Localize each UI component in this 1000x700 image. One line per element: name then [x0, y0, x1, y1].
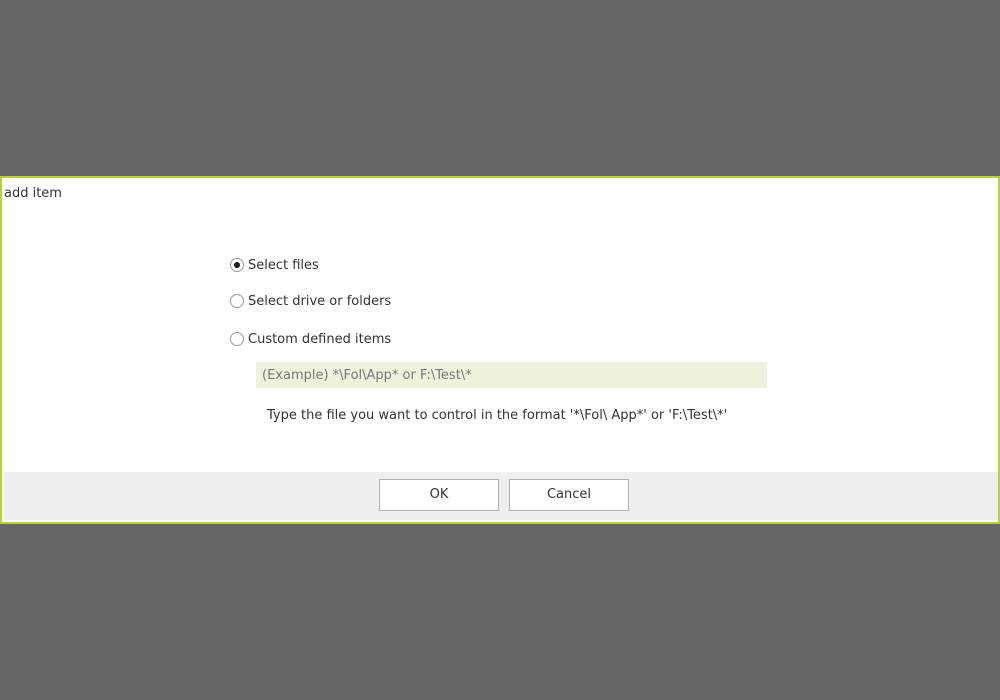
option-select-files[interactable]: Select files — [230, 256, 391, 274]
radio-unselected-icon[interactable] — [230, 294, 244, 308]
radio-unselected-icon[interactable] — [230, 332, 244, 346]
dialog-title: add item — [4, 186, 62, 201]
ok-button[interactable]: OK — [379, 479, 499, 511]
format-hint: Type the file you want to control in the… — [267, 408, 728, 423]
option-custom-defined-items[interactable]: Custom defined items — [230, 330, 391, 348]
custom-item-input[interactable] — [256, 362, 767, 388]
option-label: Select drive or folders — [248, 293, 392, 309]
dialog-footer: OK Cancel — [4, 472, 998, 520]
option-label: Select files — [248, 257, 319, 273]
add-item-dialog: add item Select files Select drive or fo… — [0, 176, 1000, 524]
option-label: Custom defined items — [248, 331, 392, 347]
item-type-options: Select files Select drive or folders Cus… — [230, 256, 391, 366]
radio-selected-icon[interactable] — [230, 258, 244, 272]
cancel-button[interactable]: Cancel — [509, 479, 629, 511]
option-select-drive-or-folders[interactable]: Select drive or folders — [230, 292, 391, 310]
